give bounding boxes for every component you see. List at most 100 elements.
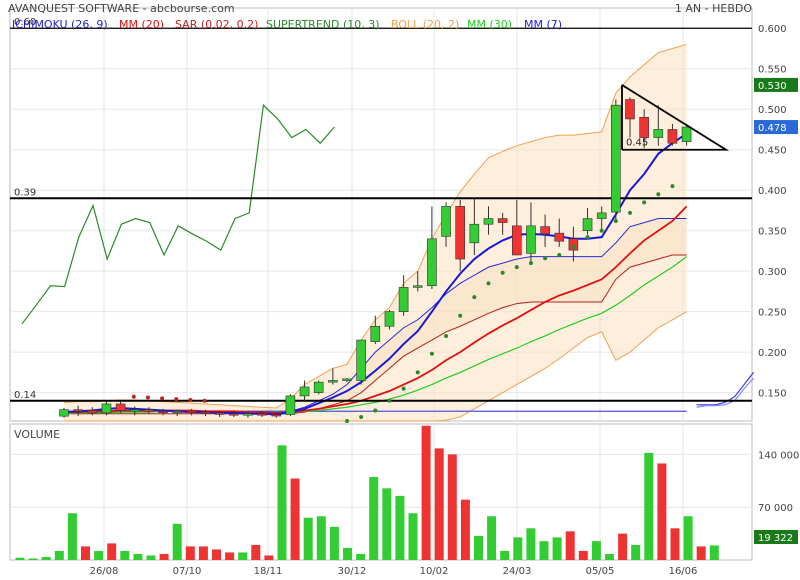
volume-bar xyxy=(198,546,208,560)
volume-bar xyxy=(225,552,235,560)
volume-bar xyxy=(395,495,405,560)
volume-bar xyxy=(500,550,510,560)
candle-body xyxy=(596,212,607,219)
sar-dot xyxy=(599,228,604,233)
sar-dot xyxy=(670,184,675,189)
volume-bar xyxy=(290,478,300,560)
legend-boll: BOLL (20, 2) xyxy=(391,18,460,31)
volume-bar xyxy=(421,425,431,560)
sar-dot xyxy=(656,192,661,197)
sar-dot xyxy=(359,414,364,419)
price-tag-label: 0.530 xyxy=(758,81,787,92)
candle-body xyxy=(115,403,126,411)
price-tick-label: 0.150 xyxy=(758,389,787,400)
candle-body xyxy=(144,409,154,412)
volume-bar xyxy=(408,513,418,560)
volume-bar xyxy=(618,533,628,560)
volume-bar xyxy=(159,553,169,560)
volume-bar xyxy=(28,558,38,560)
triangle-label: 0.45 xyxy=(626,138,648,149)
volume-bar xyxy=(67,513,77,560)
candle-body xyxy=(483,218,494,225)
volume-bar xyxy=(212,549,221,560)
volume-bar xyxy=(54,550,64,560)
sar-dot xyxy=(131,394,136,399)
sar-dot xyxy=(613,218,618,223)
volume-bar xyxy=(120,550,130,560)
sar-dot xyxy=(585,235,590,240)
candle-body xyxy=(229,413,239,416)
sar-dot xyxy=(458,313,463,318)
chart-title: AVANQUEST SOFTWARE - abcbourse.com xyxy=(8,2,235,15)
sar-dot xyxy=(514,265,519,270)
volume-bar xyxy=(539,541,549,560)
stock-chart: 0.600.390.14 0.45 VOLUME 0.6000.5500.500… xyxy=(9,7,799,577)
sar-dot xyxy=(387,398,392,403)
volume-tick-label: 140 000 xyxy=(758,450,799,461)
volume-last-tag-label: 19 322 xyxy=(758,533,793,544)
time-tick-label: 05/05 xyxy=(586,566,615,577)
volume-bar xyxy=(238,552,248,560)
volume-bar xyxy=(107,543,117,560)
volume-bar xyxy=(578,550,588,560)
candle-body xyxy=(540,226,550,235)
volume-bars: VOLUME xyxy=(14,425,719,560)
volume-bar xyxy=(460,499,470,560)
legend-mm20: MM (20) xyxy=(119,18,165,31)
volume-bar xyxy=(41,556,51,560)
volume-bar xyxy=(81,546,90,560)
candle-body xyxy=(299,386,310,397)
candle-body xyxy=(582,218,593,231)
volume-bar xyxy=(565,531,575,560)
candle-body xyxy=(342,378,352,381)
time-tick-label: 26/08 xyxy=(90,566,119,577)
price-tick-label: 0.350 xyxy=(758,227,787,238)
candle-body xyxy=(384,311,395,327)
candle-body xyxy=(243,413,253,416)
candle-body xyxy=(313,381,324,393)
candle-body xyxy=(412,285,423,288)
price-tick-label: 0.450 xyxy=(758,146,787,157)
candle-body xyxy=(639,117,649,138)
sar-dot xyxy=(160,396,165,401)
volume-bar xyxy=(631,544,641,560)
time-tick-label: 24/03 xyxy=(503,566,532,577)
volume-bar xyxy=(447,454,457,560)
boll-fill xyxy=(64,44,687,422)
price-tick-label: 0.500 xyxy=(758,105,787,116)
volume-label: VOLUME xyxy=(14,428,60,441)
volume-bar xyxy=(552,537,562,560)
volume-bar xyxy=(251,544,261,560)
volume-tick-label: 70 000 xyxy=(758,503,793,514)
candle-body xyxy=(370,325,381,342)
volume-bar xyxy=(526,528,536,560)
candle-body xyxy=(129,409,140,412)
price-tick-label: 0.600 xyxy=(758,24,787,35)
sar-dot xyxy=(345,419,349,423)
candle-body xyxy=(186,410,197,414)
legend-mm30: MM (30) xyxy=(467,18,513,31)
price-tick-label: 0.300 xyxy=(758,267,787,278)
time-tick-label: 07/10 xyxy=(173,566,202,577)
volume-bar xyxy=(133,553,143,560)
candle-body xyxy=(611,104,621,213)
level-label: 0.39 xyxy=(14,187,36,198)
volume-bar xyxy=(303,517,313,560)
time-tick-label: 30/12 xyxy=(338,566,367,577)
sar-dot xyxy=(174,397,179,402)
volume-bar xyxy=(185,546,195,560)
volume-bar xyxy=(683,516,693,560)
candle-body xyxy=(511,225,522,256)
volume-bar xyxy=(605,553,614,560)
candle-body xyxy=(214,412,225,415)
price-tag-label: 0.478 xyxy=(758,123,787,134)
period-label: 1 AN - HEBDO xyxy=(674,2,752,15)
sar-dot xyxy=(188,397,193,402)
candle-body xyxy=(441,206,451,237)
volume-bar xyxy=(146,555,156,560)
volume-bar xyxy=(316,516,326,560)
legend-ichimoku: ICHIMOKU (26, 9) xyxy=(12,18,108,31)
volume-bar xyxy=(591,541,601,560)
time-tick-label: 10/02 xyxy=(420,566,449,577)
candle-body xyxy=(271,414,282,417)
